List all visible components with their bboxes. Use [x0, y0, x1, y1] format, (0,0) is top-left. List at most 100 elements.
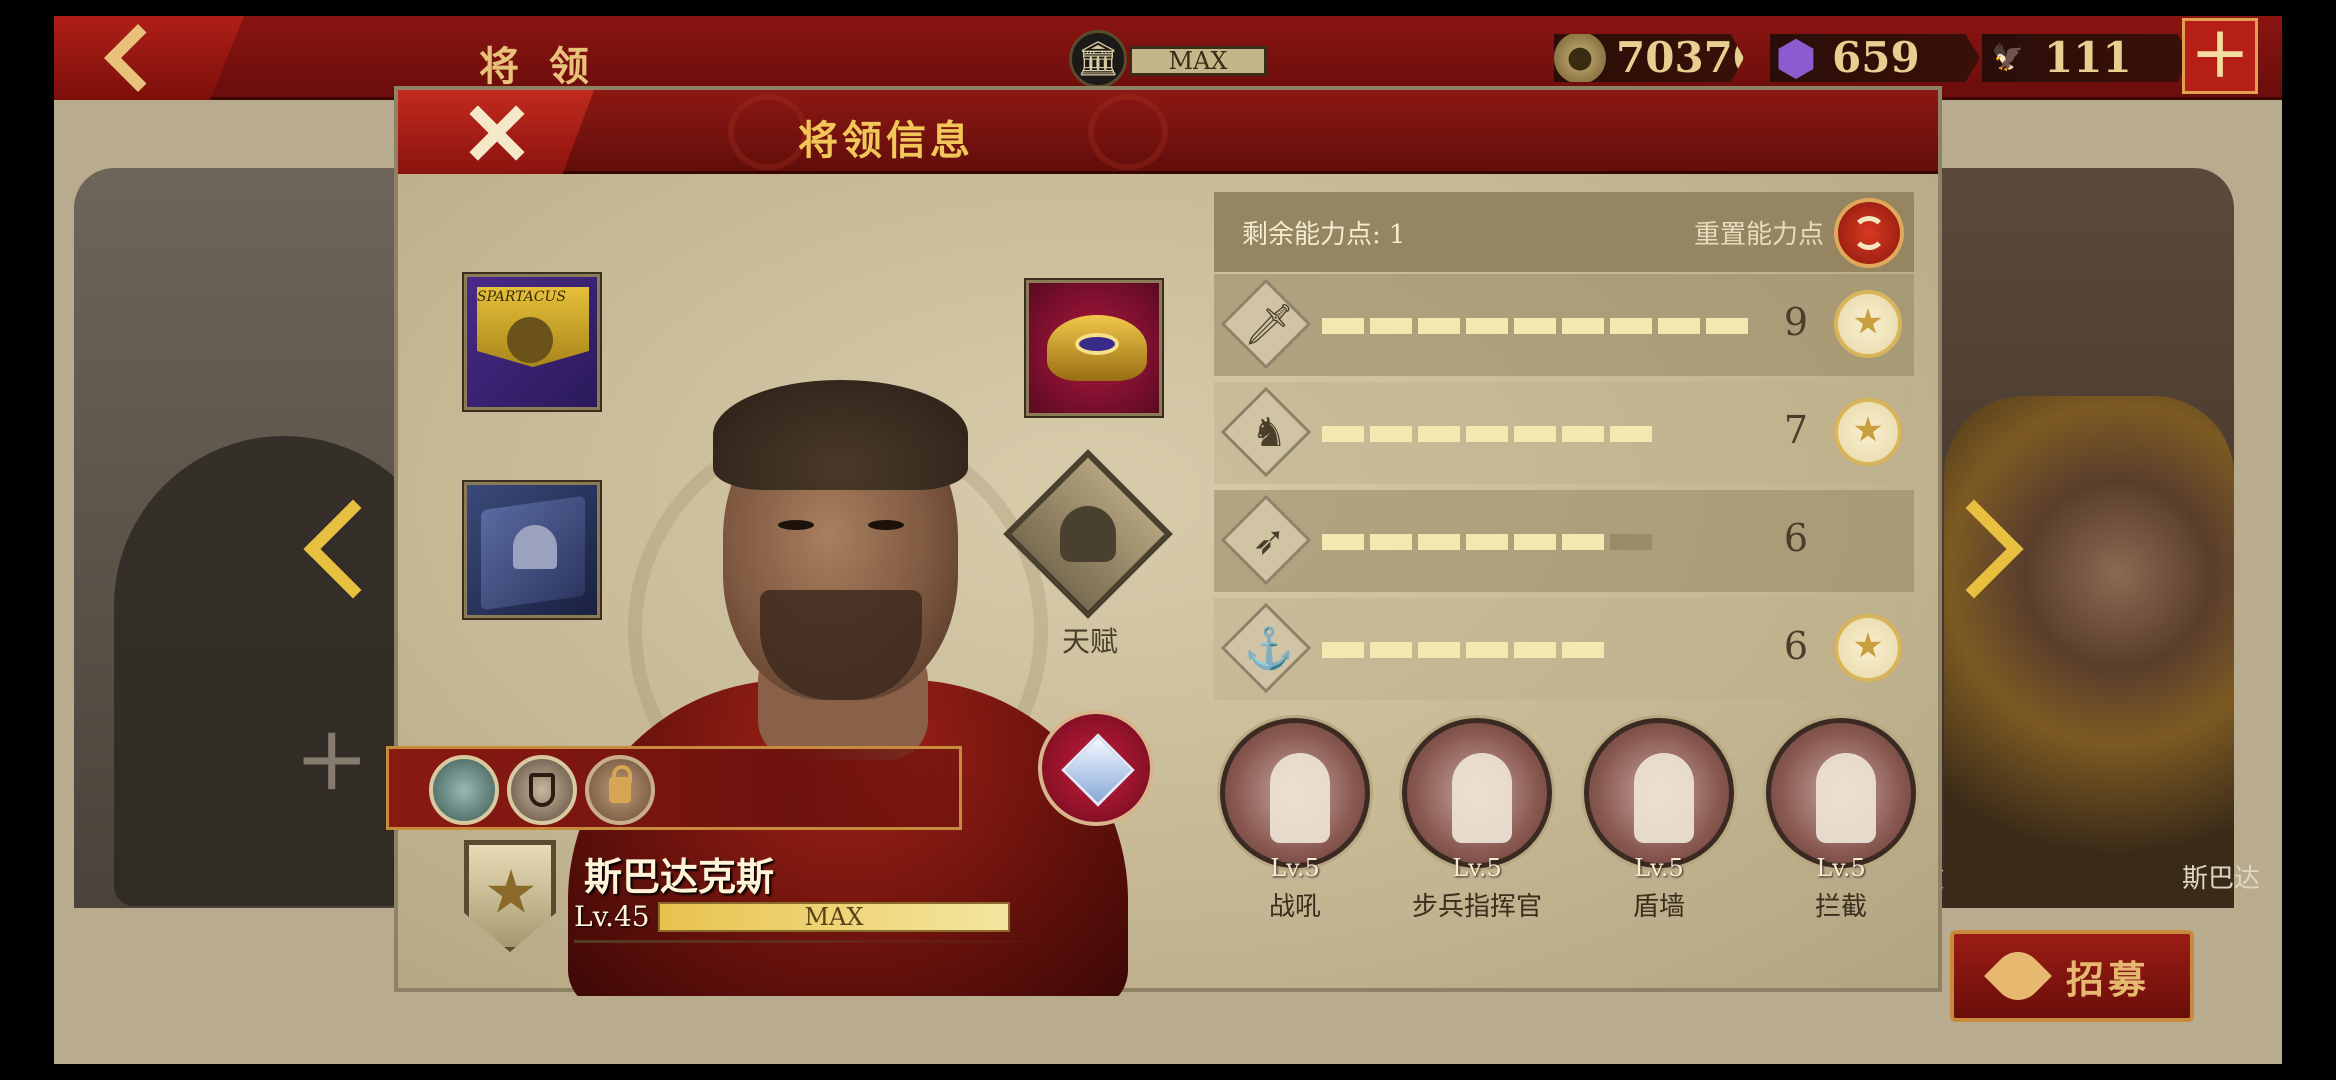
gem-slot-button[interactable]: [1038, 710, 1154, 826]
stat-value: 6: [1783, 516, 1809, 560]
coin-value: 70370: [1616, 33, 1763, 82]
skill-name: 盾墙: [1632, 892, 1685, 922]
rank-shield-icon: [464, 840, 556, 952]
recruit-label: 招募: [2065, 956, 2150, 1002]
hero-name-block: 斯巴达克斯 Lv.45 MAX: [464, 840, 1114, 970]
skill-item[interactable]: Lv.5 盾墙: [1584, 718, 1734, 928]
stat-segment: [1466, 642, 1508, 658]
stat-segment: [1562, 642, 1604, 658]
coin-counter[interactable]: ● 70370: [1554, 34, 1744, 82]
stat-segment: [1658, 318, 1700, 334]
skill-icon[interactable]: [1584, 718, 1734, 868]
star-medal-icon[interactable]: [1834, 614, 1902, 682]
stat-value: 9: [1783, 300, 1809, 344]
stat-row[interactable]: 🗡 9: [1214, 274, 1914, 376]
add-hero-icon[interactable]: +: [294, 706, 369, 811]
stat-segment: [1514, 642, 1556, 658]
stat-value: 7: [1783, 408, 1809, 452]
stat-row[interactable]: ➶ 6: [1214, 490, 1914, 592]
stat-segment: [1562, 534, 1604, 550]
hero-card-portrait: [1944, 396, 2234, 906]
add-resource-button[interactable]: +: [2182, 16, 2258, 94]
skill-name: 拦截: [1814, 892, 1867, 922]
sword-icon: 🗡: [1243, 302, 1295, 348]
gem-icon: ⬢: [1775, 31, 1817, 85]
stat-segment: [1706, 318, 1748, 334]
spqr-value: 111: [2044, 33, 2132, 82]
stat-segment: [1514, 318, 1556, 334]
diamond-icon: [1061, 733, 1135, 807]
stat-segment: [1418, 642, 1460, 658]
stat-segment: [1370, 318, 1412, 334]
close-button[interactable]: [398, 90, 594, 174]
stat-segment: [1322, 318, 1364, 334]
next-hero-arrow-icon[interactable]: [1924, 496, 2029, 606]
stat-segment: [1322, 534, 1364, 550]
stat-segment: [1466, 318, 1508, 334]
equipment-slot-book[interactable]: [464, 482, 600, 618]
stat-segment: [1370, 426, 1412, 442]
stat-segment: [1610, 318, 1652, 334]
previous-hero-arrow-icon[interactable]: [298, 496, 403, 606]
stat-segment: [1370, 642, 1412, 658]
stat-row[interactable]: ⚓ 6: [1214, 598, 1914, 700]
skill-level: Lv.5: [1270, 854, 1320, 882]
stat-segment: [1610, 534, 1652, 550]
screen-title: 将 领: [479, 43, 597, 90]
stat-segment: [1466, 534, 1508, 550]
laurel-icon: [1984, 942, 2052, 1010]
skill-icon[interactable]: [1766, 718, 1916, 868]
stat-segment: [1418, 534, 1460, 550]
stat-value: 6: [1783, 624, 1809, 668]
stat-segment: [1418, 426, 1460, 442]
xp-bar: MAX: [658, 902, 1010, 932]
stat-segment: [1418, 318, 1460, 334]
skill-item[interactable]: Lv.5 战吼: [1220, 718, 1370, 928]
back-button[interactable]: [54, 16, 244, 100]
stat-segment: [1562, 318, 1604, 334]
stat-segment: [1322, 642, 1364, 658]
skill-name: 战吼: [1268, 892, 1321, 922]
remaining-points-label: 剩余能力点: 1: [1242, 220, 1406, 250]
stat-segment: [1514, 426, 1556, 442]
building-level-bar: MAX: [1129, 46, 1267, 76]
building-icon[interactable]: 🏛: [1069, 30, 1127, 88]
badge-strip: [386, 746, 962, 830]
hero-level: Lv.45: [574, 900, 650, 933]
compass-badge-icon[interactable]: [429, 755, 499, 825]
stat-segment: [1610, 426, 1652, 442]
skill-level: Lv.5: [1452, 854, 1502, 882]
skill-name: 步兵指挥官: [1411, 892, 1542, 922]
modal-header: 将领信息: [398, 90, 1938, 174]
stat-row[interactable]: ♞ 7: [1214, 382, 1914, 484]
stat-segment: [1322, 426, 1364, 442]
recruit-button[interactable]: 招募: [1950, 930, 2194, 1022]
hero-card-name: 斯巴达: [2182, 864, 2261, 894]
coin-icon: ●: [1554, 34, 1606, 82]
skill-icon[interactable]: [1220, 718, 1370, 868]
chevron-left-icon: [104, 24, 172, 92]
hero-name: 斯巴达克斯: [584, 854, 775, 899]
stat-segment: [1466, 426, 1508, 442]
spqr-counter[interactable]: 🦅 111: [1982, 34, 2192, 82]
ability-points-header: 剩余能力点: 1 重置能力点: [1214, 192, 1914, 272]
modal-title: 将领信息: [798, 117, 974, 164]
skill-level: Lv.5: [1816, 854, 1866, 882]
equipment-slot-amulet[interactable]: [1026, 280, 1162, 416]
star-medal-icon[interactable]: [1834, 290, 1902, 358]
star-medal-icon[interactable]: [1834, 398, 1902, 466]
laurel-decoration-icon: [728, 94, 808, 170]
reset-points-button[interactable]: [1834, 198, 1904, 268]
refresh-icon: [1852, 216, 1886, 250]
skill-item[interactable]: Lv.5 拦截: [1766, 718, 1916, 928]
stat-segment: [1514, 534, 1556, 550]
anchor-icon: ⚓: [1244, 626, 1294, 672]
unlock-badge-icon[interactable]: [585, 755, 655, 825]
equipment-slot-banner[interactable]: SPARTACUS: [464, 274, 600, 410]
skill-icon[interactable]: [1402, 718, 1552, 868]
shield-badge-icon[interactable]: [507, 755, 577, 825]
gem-counter[interactable]: ⬢ 659: [1770, 34, 1980, 82]
reset-points-label: 重置能力点: [1693, 220, 1824, 250]
skill-item[interactable]: Lv.5 步兵指挥官: [1402, 718, 1552, 928]
gem-value: 659: [1832, 33, 1920, 82]
